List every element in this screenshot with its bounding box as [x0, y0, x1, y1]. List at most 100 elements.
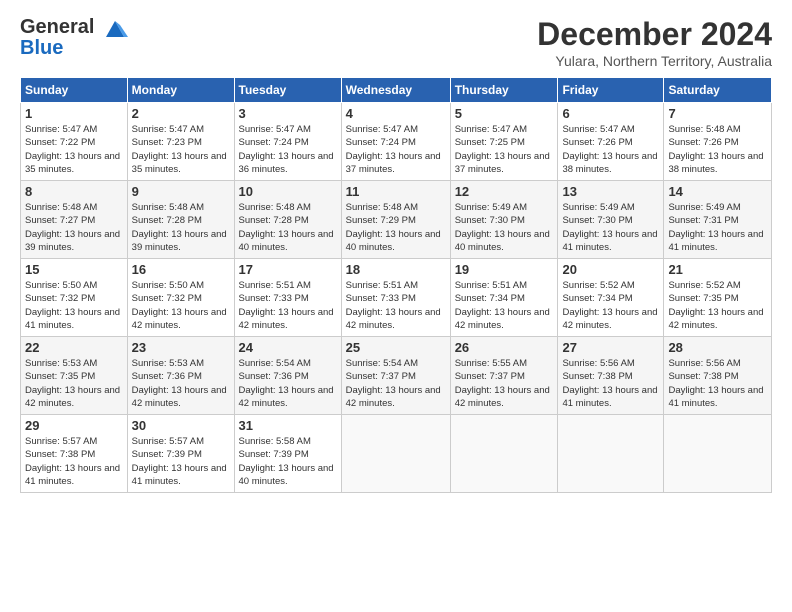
calendar-cell: 29 Sunrise: 5:57 AMSunset: 7:38 PMDayligh… [21, 415, 128, 493]
day-info: Sunrise: 5:47 AMSunset: 7:24 PMDaylight:… [239, 123, 337, 176]
day-info: Sunrise: 5:48 AMSunset: 7:27 PMDaylight:… [25, 201, 123, 254]
day-info: Sunrise: 5:55 AMSunset: 7:37 PMDaylight:… [455, 357, 554, 410]
calendar-cell: 6 Sunrise: 5:47 AMSunset: 7:26 PMDaylight… [558, 103, 664, 181]
day-info: Sunrise: 5:56 AMSunset: 7:38 PMDaylight:… [562, 357, 659, 410]
calendar-cell: 18 Sunrise: 5:51 AMSunset: 7:33 PMDayligh… [341, 259, 450, 337]
day-info: Sunrise: 5:54 AMSunset: 7:36 PMDaylight:… [239, 357, 337, 410]
day-number: 1 [25, 106, 123, 121]
day-info: Sunrise: 5:57 AMSunset: 7:39 PMDaylight:… [132, 435, 230, 488]
day-info: Sunrise: 5:52 AMSunset: 7:34 PMDaylight:… [562, 279, 659, 332]
day-info: Sunrise: 5:48 AMSunset: 7:29 PMDaylight:… [346, 201, 446, 254]
logo: General Blue [20, 16, 128, 60]
day-info: Sunrise: 5:47 AMSunset: 7:26 PMDaylight:… [562, 123, 659, 176]
day-number: 8 [25, 184, 123, 199]
month-year-title: December 2024 [537, 16, 772, 53]
day-number: 21 [668, 262, 767, 277]
calendar-cell: 20 Sunrise: 5:52 AMSunset: 7:34 PMDayligh… [558, 259, 664, 337]
day-info: Sunrise: 5:53 AMSunset: 7:35 PMDaylight:… [25, 357, 123, 410]
day-number: 28 [668, 340, 767, 355]
calendar-cell: 11 Sunrise: 5:48 AMSunset: 7:29 PMDayligh… [341, 181, 450, 259]
calendar-week-row: 29 Sunrise: 5:57 AMSunset: 7:38 PMDayligh… [21, 415, 772, 493]
day-info: Sunrise: 5:53 AMSunset: 7:36 PMDaylight:… [132, 357, 230, 410]
page-header: General Blue December 2024 Yulara, North… [20, 16, 772, 69]
day-info: Sunrise: 5:49 AMSunset: 7:30 PMDaylight:… [455, 201, 554, 254]
day-number: 3 [239, 106, 337, 121]
calendar-cell [450, 415, 558, 493]
day-number: 25 [346, 340, 446, 355]
day-info: Sunrise: 5:47 AMSunset: 7:25 PMDaylight:… [455, 123, 554, 176]
day-info: Sunrise: 5:49 AMSunset: 7:30 PMDaylight:… [562, 201, 659, 254]
day-info: Sunrise: 5:50 AMSunset: 7:32 PMDaylight:… [25, 279, 123, 332]
calendar-cell: 7 Sunrise: 5:48 AMSunset: 7:26 PMDaylight… [664, 103, 772, 181]
day-number: 13 [562, 184, 659, 199]
day-number: 2 [132, 106, 230, 121]
day-number: 5 [455, 106, 554, 121]
header-monday: Monday [127, 78, 234, 103]
day-number: 29 [25, 418, 123, 433]
day-number: 15 [25, 262, 123, 277]
day-info: Sunrise: 5:47 AMSunset: 7:24 PMDaylight:… [346, 123, 446, 176]
calendar-cell: 21Sunrise: 5:52 AMSunset: 7:35 PMDayligh… [664, 259, 772, 337]
day-number: 19 [455, 262, 554, 277]
day-number: 7 [668, 106, 767, 121]
calendar-cell: 12 Sunrise: 5:49 AMSunset: 7:30 PMDayligh… [450, 181, 558, 259]
day-number: 17 [239, 262, 337, 277]
calendar-cell: 13 Sunrise: 5:49 AMSunset: 7:30 PMDayligh… [558, 181, 664, 259]
day-number: 30 [132, 418, 230, 433]
day-number: 18 [346, 262, 446, 277]
day-info: Sunrise: 5:48 AMSunset: 7:26 PMDaylight:… [668, 123, 767, 176]
calendar-cell: 16Sunrise: 5:50 AMSunset: 7:32 PMDayligh… [127, 259, 234, 337]
calendar-cell: 2 Sunrise: 5:47 AMSunset: 7:23 PMDaylight… [127, 103, 234, 181]
logo-general: General [20, 16, 94, 38]
calendar-cell: 24 Sunrise: 5:54 AMSunset: 7:36 PMDayligh… [234, 337, 341, 415]
calendar-cell: 10Sunrise: 5:48 AMSunset: 7:28 PMDayligh… [234, 181, 341, 259]
calendar-page: General Blue December 2024 Yulara, North… [0, 0, 792, 612]
calendar-cell: 1 Sunrise: 5:47 AMSunset: 7:22 PMDaylight… [21, 103, 128, 181]
calendar-cell: 19Sunrise: 5:51 AMSunset: 7:34 PMDayligh… [450, 259, 558, 337]
day-number: 31 [239, 418, 337, 433]
calendar-week-row: 1 Sunrise: 5:47 AMSunset: 7:22 PMDaylight… [21, 103, 772, 181]
weekday-header-row: Sunday Monday Tuesday Wednesday Thursday… [21, 78, 772, 103]
day-number: 4 [346, 106, 446, 121]
day-number: 12 [455, 184, 554, 199]
calendar-cell: 26Sunrise: 5:55 AMSunset: 7:37 PMDayligh… [450, 337, 558, 415]
calendar-cell: 27Sunrise: 5:56 AMSunset: 7:38 PMDayligh… [558, 337, 664, 415]
day-info: Sunrise: 5:47 AMSunset: 7:22 PMDaylight:… [25, 123, 123, 176]
header-tuesday: Tuesday [234, 78, 341, 103]
day-info: Sunrise: 5:48 AMSunset: 7:28 PMDaylight:… [132, 201, 230, 254]
day-info: Sunrise: 5:47 AMSunset: 7:23 PMDaylight:… [132, 123, 230, 176]
calendar-cell: 15 Sunrise: 5:50 AMSunset: 7:32 PMDayligh… [21, 259, 128, 337]
day-info: Sunrise: 5:49 AMSunset: 7:31 PMDaylight:… [668, 201, 767, 254]
day-number: 9 [132, 184, 230, 199]
day-info: Sunrise: 5:51 AMSunset: 7:33 PMDaylight:… [346, 279, 446, 332]
day-number: 20 [562, 262, 659, 277]
calendar-cell: 25 Sunrise: 5:54 AMSunset: 7:37 PMDayligh… [341, 337, 450, 415]
day-number: 11 [346, 184, 446, 199]
day-info: Sunrise: 5:57 AMSunset: 7:38 PMDaylight:… [25, 435, 123, 488]
calendar-table: Sunday Monday Tuesday Wednesday Thursday… [20, 77, 772, 493]
day-info: Sunrise: 5:51 AMSunset: 7:33 PMDaylight:… [239, 279, 337, 332]
calendar-cell [664, 415, 772, 493]
calendar-cell: 28 Sunrise: 5:56 AMSunset: 7:38 PMDayligh… [664, 337, 772, 415]
header-saturday: Saturday [664, 78, 772, 103]
day-number: 14 [668, 184, 767, 199]
day-number: 24 [239, 340, 337, 355]
calendar-cell: 9 Sunrise: 5:48 AMSunset: 7:28 PMDaylight… [127, 181, 234, 259]
day-number: 22 [25, 340, 123, 355]
calendar-week-row: 22 Sunrise: 5:53 AMSunset: 7:35 PMDayligh… [21, 337, 772, 415]
header-wednesday: Wednesday [341, 78, 450, 103]
day-info: Sunrise: 5:58 AMSunset: 7:39 PMDaylight:… [239, 435, 337, 488]
calendar-cell [558, 415, 664, 493]
header-sunday: Sunday [21, 78, 128, 103]
day-number: 23 [132, 340, 230, 355]
day-info: Sunrise: 5:48 AMSunset: 7:28 PMDaylight:… [239, 201, 337, 254]
logo-blue: Blue [20, 37, 128, 60]
calendar-cell [341, 415, 450, 493]
calendar-cell: 17 Sunrise: 5:51 AMSunset: 7:33 PMDayligh… [234, 259, 341, 337]
day-number: 6 [562, 106, 659, 121]
day-info: Sunrise: 5:54 AMSunset: 7:37 PMDaylight:… [346, 357, 446, 410]
day-info: Sunrise: 5:56 AMSunset: 7:38 PMDaylight:… [668, 357, 767, 410]
header-friday: Friday [558, 78, 664, 103]
calendar-cell: 22 Sunrise: 5:53 AMSunset: 7:35 PMDayligh… [21, 337, 128, 415]
calendar-week-row: 15 Sunrise: 5:50 AMSunset: 7:32 PMDayligh… [21, 259, 772, 337]
